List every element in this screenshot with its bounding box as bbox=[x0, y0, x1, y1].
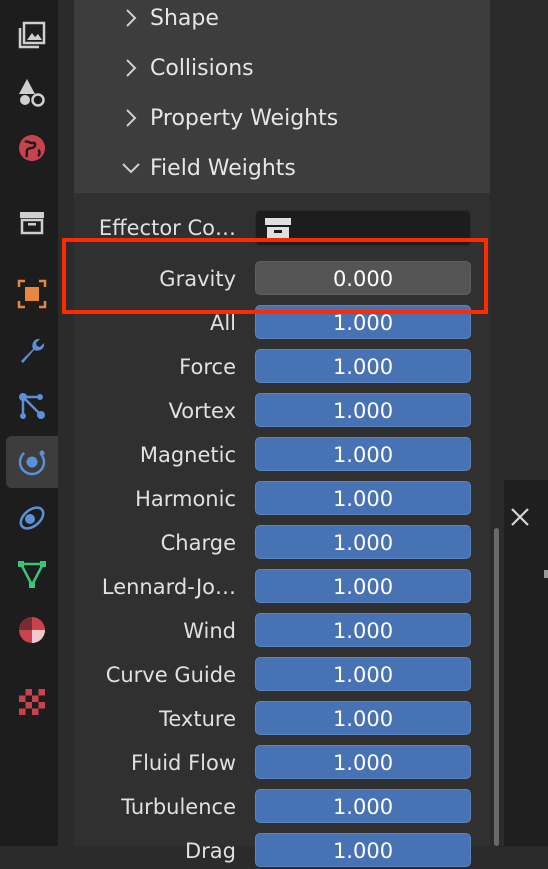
particles-icon bbox=[19, 393, 45, 419]
field-weight-value[interactable]: 1.000 bbox=[255, 349, 471, 383]
subpanel-field-weights[interactable]: Field Weights bbox=[74, 143, 490, 193]
subpanel-shape[interactable]: Shape bbox=[74, 0, 490, 43]
subpanel-label: Shape bbox=[150, 5, 219, 31]
tab-texture[interactable] bbox=[6, 676, 58, 728]
field-weight-label: Force bbox=[179, 355, 236, 379]
side-popup bbox=[504, 480, 548, 846]
field-weight-label: Curve Guide bbox=[105, 663, 236, 687]
field-weight-row: Curve Guide 1.000 bbox=[74, 657, 490, 693]
tab-modifiers[interactable] bbox=[6, 324, 58, 376]
collection-icon bbox=[20, 212, 44, 235]
field-weight-row: Fluid Flow 1.000 bbox=[74, 745, 490, 781]
field-weight-row: Charge 1.000 bbox=[74, 525, 490, 561]
object-icon bbox=[17, 279, 47, 309]
tab-scene[interactable] bbox=[6, 66, 58, 118]
field-weight-row: Force 1.000 bbox=[74, 349, 490, 385]
field-weight-value[interactable]: 1.000 bbox=[255, 393, 471, 427]
tab-collection[interactable] bbox=[6, 196, 58, 248]
field-weight-label: Texture bbox=[159, 707, 236, 731]
tab-world[interactable] bbox=[6, 122, 58, 174]
tab-particles[interactable] bbox=[6, 380, 58, 432]
field-weight-value[interactable]: 1.000 bbox=[255, 789, 471, 823]
subpanel-property-weights[interactable]: Property Weights bbox=[74, 93, 490, 143]
field-weight-value[interactable]: 1.000 bbox=[255, 437, 471, 471]
field-weight-value[interactable]: 1.000 bbox=[255, 701, 471, 735]
chevron-right-icon bbox=[118, 105, 144, 131]
tab-object[interactable] bbox=[6, 268, 58, 320]
object-data-mesh-icon bbox=[18, 561, 46, 588]
field-weight-value[interactable]: 1.000 bbox=[255, 745, 471, 779]
field-weight-label: Charge bbox=[160, 531, 236, 555]
properties-tab-bar bbox=[0, 0, 58, 846]
field-weight-row: Turbulence 1.000 bbox=[74, 789, 490, 825]
subpanel-collisions[interactable]: Collisions bbox=[74, 43, 490, 93]
field-weight-row: Magnetic 1.000 bbox=[74, 437, 490, 473]
field-weight-row: Texture 1.000 bbox=[74, 701, 490, 737]
field-weight-row: Lennard-Jo… 1.000 bbox=[74, 569, 490, 605]
field-weight-label: Wind bbox=[183, 619, 236, 643]
field-weight-label: Lennard-Jo… bbox=[101, 575, 236, 599]
field-weight-label: Magnetic bbox=[139, 443, 236, 467]
constraints-icon bbox=[19, 506, 45, 530]
field-weight-row: Vortex 1.000 bbox=[74, 393, 490, 429]
world-icon bbox=[19, 135, 45, 161]
field-weight-value[interactable]: 1.000 bbox=[255, 525, 471, 559]
field-weight-label: Fluid Flow bbox=[131, 751, 236, 775]
field-weight-label: Turbulence bbox=[121, 795, 236, 819]
texture-icon bbox=[19, 689, 45, 715]
field-weight-value[interactable]: 1.000 bbox=[255, 613, 471, 647]
field-weight-value[interactable]: 1.000 bbox=[255, 481, 471, 515]
chevron-right-icon bbox=[118, 55, 144, 81]
tab-render-layers[interactable] bbox=[6, 10, 58, 62]
tab-object-data[interactable] bbox=[6, 548, 58, 600]
field-weight-label: Drag bbox=[184, 839, 236, 863]
field-weight-row: Drag 1.000 bbox=[74, 833, 490, 869]
collection-icon bbox=[265, 218, 291, 240]
close-icon[interactable] bbox=[508, 505, 532, 529]
field-weight-label: Vortex bbox=[168, 399, 236, 423]
field-weight-row: Harmonic 1.000 bbox=[74, 481, 490, 517]
subpanel-label: Property Weights bbox=[150, 105, 339, 131]
tab-constraints[interactable] bbox=[6, 492, 58, 544]
subpanel-label: Collisions bbox=[150, 55, 254, 81]
physics-icon bbox=[18, 448, 46, 476]
field-weight-value[interactable]: 1.000 bbox=[255, 657, 471, 691]
field-weight-value[interactable]: 1.000 bbox=[255, 833, 471, 867]
chevron-down-icon bbox=[118, 155, 144, 181]
render-layers-icon bbox=[18, 21, 46, 49]
scrollbar[interactable] bbox=[494, 528, 499, 846]
material-icon bbox=[19, 617, 45, 643]
field-weight-row: Wind 1.000 bbox=[74, 613, 490, 649]
modifier-wrench-icon bbox=[21, 338, 45, 363]
field-weight-value[interactable]: 1.000 bbox=[255, 569, 471, 603]
tab-material[interactable] bbox=[6, 604, 58, 656]
field-weight-label: Harmonic bbox=[135, 487, 236, 511]
highlight-box bbox=[62, 238, 488, 314]
chevron-right-icon bbox=[118, 5, 144, 31]
tab-physics[interactable] bbox=[6, 436, 58, 488]
subpanel-label: Field Weights bbox=[150, 155, 296, 181]
scene-icon bbox=[19, 79, 45, 107]
edge-indicator bbox=[544, 570, 548, 578]
